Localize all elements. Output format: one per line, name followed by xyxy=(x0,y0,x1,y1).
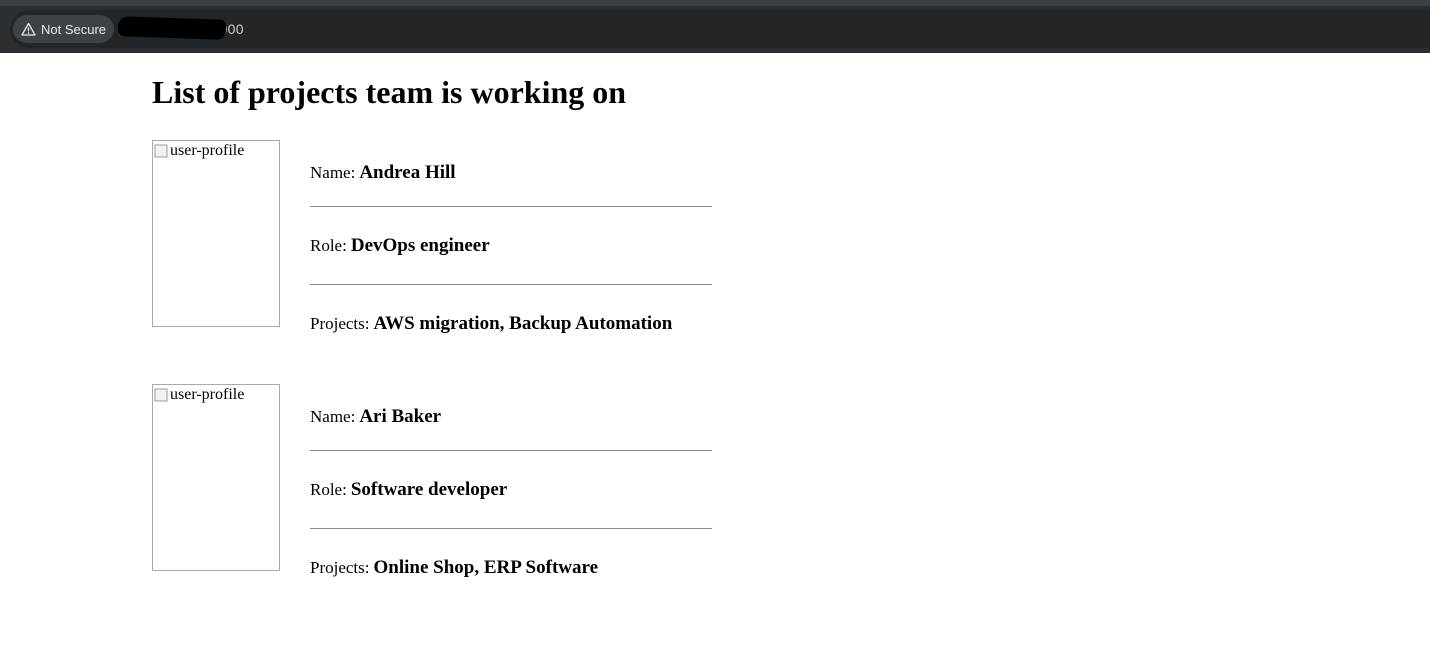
member-card: user-profile Name: Ari Baker Role: Softw… xyxy=(152,384,1430,628)
avatar-alt-text: user-profile xyxy=(170,386,245,403)
avatar-alt-text: user-profile xyxy=(170,142,245,159)
member-info: Name: Ari Baker Role: Software developer… xyxy=(310,384,712,606)
member-list: user-profile Name: Andrea Hill Role: Dev… xyxy=(152,140,1430,628)
member-name: Ari Baker xyxy=(359,406,442,427)
role-row: Role: Software developer xyxy=(310,451,712,528)
projects-label: Projects: xyxy=(310,557,370,577)
role-label: Role: xyxy=(310,479,347,499)
name-label: Name: xyxy=(310,163,356,182)
avatar: user-profile xyxy=(152,384,280,571)
member-role: DevOps engineer xyxy=(350,234,490,256)
role-label: Role: xyxy=(310,235,347,255)
security-indicator[interactable]: Not Secure xyxy=(13,15,115,43)
tab-strip xyxy=(0,0,1430,6)
member-projects: AWS migration, Backup Automation xyxy=(373,312,673,334)
projects-label: Projects: xyxy=(310,313,370,333)
page-title: List of projects team is working on xyxy=(152,74,627,110)
member-info: Name: Andrea Hill Role: DevOps engineer … xyxy=(310,140,712,362)
warning-icon xyxy=(21,22,36,37)
projects-row: Projects: Online Shop, ERP Software xyxy=(310,529,712,606)
member-role: Software developer xyxy=(350,478,508,500)
member-card: user-profile Name: Andrea Hill Role: Dev… xyxy=(152,140,1430,384)
address-bar[interactable]: Not Secure l3000 xyxy=(10,10,1430,48)
browser-toolbar: Not Secure l3000 xyxy=(0,0,1430,53)
member-name: Andrea Hill xyxy=(359,162,456,183)
redaction-mark xyxy=(117,16,227,40)
role-row: Role: DevOps engineer xyxy=(310,207,712,284)
projects-row: Projects: AWS migration, Backup Automati… xyxy=(310,285,712,362)
security-label: Not Secure xyxy=(41,21,107,37)
name-label: Name: xyxy=(310,407,356,426)
name-row: Name: Ari Baker xyxy=(310,384,712,450)
avatar: user-profile xyxy=(152,140,280,327)
name-row: Name: Andrea Hill xyxy=(310,140,712,206)
member-projects: Online Shop, ERP Software xyxy=(373,556,599,578)
url-text[interactable]: l3000 xyxy=(117,16,244,40)
page-content: List of projects team is working on user… xyxy=(0,53,1430,628)
